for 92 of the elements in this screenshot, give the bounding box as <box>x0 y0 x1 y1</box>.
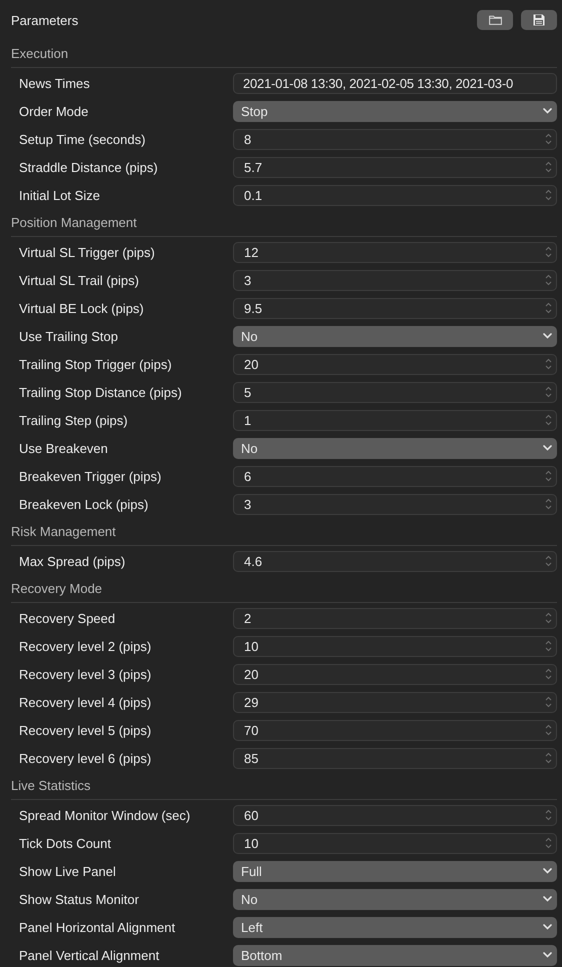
field-label: Recovery level 4 (pips) <box>19 694 152 710</box>
section-heading: Execution <box>11 46 68 61</box>
field-label: News Times <box>19 76 91 90</box>
stepper-icon[interactable] <box>545 302 552 314</box>
chevron-down-icon <box>543 868 552 874</box>
field-label: Trailing Stop Trigger (pips) <box>19 356 173 372</box>
chevron-down-icon <box>543 952 552 958</box>
number-field[interactable]: 29 <box>233 692 557 712</box>
field-label: Recovery level 5 (pips) <box>19 722 152 738</box>
stepper-icon[interactable] <box>545 498 552 510</box>
number-field[interactable]: 10 <box>233 636 557 656</box>
number-field[interactable]: 20 <box>233 354 557 374</box>
dropdown[interactable]: No <box>233 438 557 458</box>
section-heading: Risk Management <box>11 524 116 539</box>
field-label: Use Breakeven <box>19 440 109 456</box>
panel-title: Parameters <box>11 12 80 28</box>
stepper-icon[interactable] <box>545 640 552 652</box>
field-label: Straddle Distance (pips) <box>19 160 159 174</box>
number-field[interactable]: 70 <box>233 720 557 740</box>
chevron-down-icon <box>543 333 552 339</box>
field-label: Recovery Speed <box>19 610 116 626</box>
section-heading: Position Management <box>11 215 137 230</box>
field-label: Recovery level 3 (pips) <box>19 666 152 682</box>
dropdown[interactable]: Stop <box>233 100 557 122</box>
folder-icon <box>488 15 502 25</box>
number-field[interactable]: 2 <box>233 608 557 628</box>
save-button[interactable] <box>521 10 557 30</box>
number-field[interactable]: 20 <box>233 664 557 684</box>
stepper-icon[interactable] <box>545 668 552 680</box>
number-field[interactable]: 8 <box>233 128 557 150</box>
dropdown[interactable]: Full <box>233 860 557 882</box>
number-field[interactable]: 60 <box>233 804 557 826</box>
field-label: Breakeven Trigger (pips) <box>19 468 162 484</box>
field-label: Order Mode <box>19 104 90 118</box>
field-label: Trailing Stop Distance (pips) <box>19 384 183 400</box>
field-label: Show Status Monitor <box>19 892 140 906</box>
stepper-icon[interactable] <box>545 414 552 426</box>
stepper-icon[interactable] <box>545 246 552 258</box>
number-field[interactable]: 10 <box>233 832 557 854</box>
field-label: Recovery level 2 (pips) <box>19 638 152 654</box>
field-label: Virtual BE Lock (pips) <box>19 300 145 316</box>
stepper-icon[interactable] <box>545 386 552 398</box>
number-field[interactable]: 85 <box>233 748 557 768</box>
section-heading: Recovery Mode <box>11 581 102 596</box>
field-label: Spread Monitor Window (sec) <box>19 808 192 822</box>
stepper-icon[interactable] <box>545 189 552 201</box>
field-label: Use Trailing Stop <box>19 328 119 344</box>
dropdown[interactable]: No <box>233 888 557 910</box>
text-field[interactable]: 2021-01-08 13:30, 2021-02-05 13:30, 2021-03-0 <box>233 72 557 94</box>
chevron-down-icon <box>543 445 552 451</box>
number-field[interactable]: 3 <box>233 270 557 290</box>
number-field[interactable]: 0.1 <box>233 184 557 206</box>
number-field[interactable]: 6 <box>233 466 557 486</box>
field-label: Tick Dots Count <box>19 836 112 850</box>
field-label: Setup Time (seconds) <box>19 132 146 146</box>
stepper-icon[interactable] <box>545 837 552 849</box>
field-label: Panel Vertical Alignment <box>19 948 160 962</box>
number-field[interactable]: 12 <box>233 242 557 262</box>
field-label: Max Spread (pips) <box>19 554 126 568</box>
chevron-down-icon <box>543 924 552 930</box>
stepper-icon[interactable] <box>545 358 552 370</box>
field-label: Initial Lot Size <box>19 188 101 202</box>
field-label: Virtual SL Trigger (pips) <box>19 244 156 260</box>
open-button[interactable] <box>477 10 513 30</box>
number-field[interactable]: 9.5 <box>233 298 557 318</box>
field-label: Virtual SL Trail (pips) <box>19 272 140 288</box>
number-field[interactable]: 1 <box>233 410 557 430</box>
field-label: Trailing Step (pips) <box>19 412 129 428</box>
dropdown[interactable]: Left <box>233 916 557 938</box>
field-label: Breakeven Lock (pips) <box>19 496 150 512</box>
field-label: Show Live Panel <box>19 864 117 878</box>
stepper-icon[interactable] <box>545 752 552 764</box>
chevron-down-icon <box>543 108 552 114</box>
section-heading: Live Statistics <box>11 778 90 793</box>
stepper-icon[interactable] <box>545 612 552 624</box>
number-field[interactable]: 5 <box>233 382 557 402</box>
dropdown[interactable]: Bottom <box>233 944 557 966</box>
chevron-down-icon <box>543 896 552 902</box>
stepper-icon[interactable] <box>545 696 552 708</box>
stepper-icon[interactable] <box>545 161 552 173</box>
dropdown[interactable]: No <box>233 326 557 346</box>
stepper-icon[interactable] <box>545 724 552 736</box>
number-field[interactable]: 4.6 <box>233 550 557 572</box>
field-label: Recovery level 6 (pips) <box>19 750 152 766</box>
field-label: Panel Horizontal Alignment <box>19 920 176 934</box>
stepper-icon[interactable] <box>545 809 552 821</box>
stepper-icon[interactable] <box>545 470 552 482</box>
number-field[interactable]: 5.7 <box>233 156 557 178</box>
stepper-icon[interactable] <box>545 133 552 145</box>
number-field[interactable]: 3 <box>233 494 557 514</box>
stepper-icon[interactable] <box>545 555 552 567</box>
stepper-icon[interactable] <box>545 274 552 286</box>
